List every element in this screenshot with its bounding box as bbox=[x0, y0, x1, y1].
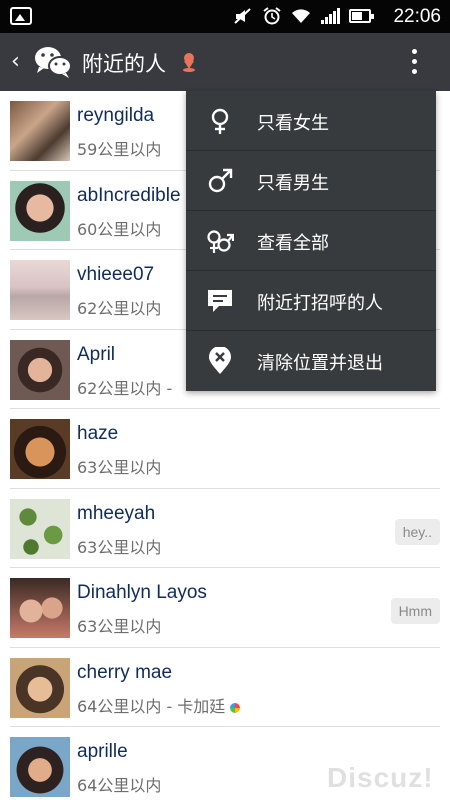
person-name: vhieee07 bbox=[77, 264, 155, 285]
wifi-icon bbox=[291, 7, 311, 25]
clear-location-icon bbox=[209, 347, 231, 374]
avatar bbox=[10, 419, 70, 479]
person-distance: 63公里以内 bbox=[77, 617, 162, 636]
person-name: aprille bbox=[77, 741, 128, 762]
person-name: reyngilda bbox=[77, 105, 155, 126]
overflow-menu: 只看女生 只看男生 查看全部 附近打招呼的人 清除位置并退出 bbox=[186, 91, 436, 391]
battery-icon bbox=[349, 9, 374, 23]
person-distance-text: 64公里以内 - 卡加廷 bbox=[77, 696, 226, 716]
list-item[interactable]: haze 63公里以内 bbox=[0, 409, 450, 489]
greeting-message-icon bbox=[208, 290, 232, 312]
avatar bbox=[10, 260, 70, 320]
menu-item-label: 清除位置并退出 bbox=[257, 353, 383, 374]
menu-item-female-only[interactable]: 只看女生 bbox=[186, 91, 436, 151]
person-name: mheeyah bbox=[77, 502, 156, 524]
signal-icon bbox=[320, 7, 340, 25]
avatar bbox=[10, 737, 70, 797]
list-item[interactable]: mheeyah 63公里以内 hey.. bbox=[0, 489, 450, 568]
person-distance: 62公里以内 - bbox=[77, 378, 173, 398]
menu-item-label: 只看女生 bbox=[257, 113, 329, 134]
image-icon bbox=[10, 7, 32, 25]
menu-item-male-only[interactable]: 只看男生 bbox=[186, 151, 436, 211]
person-distance: 60公里以内 bbox=[77, 219, 162, 239]
status-bar: 22:06 bbox=[0, 0, 450, 33]
person-name: cherry mae bbox=[77, 661, 173, 683]
person-name: April bbox=[77, 343, 116, 365]
avatar bbox=[10, 498, 70, 559]
location-badge-icon bbox=[230, 702, 241, 713]
message-preview: Hmm bbox=[390, 598, 440, 624]
person-distance: 59公里以内 bbox=[77, 140, 162, 159]
wechat-logo-icon bbox=[35, 47, 72, 78]
person-name: Dinahlyn Layos bbox=[77, 582, 207, 603]
person-name: haze bbox=[77, 423, 119, 444]
message-preview: hey.. bbox=[394, 518, 440, 545]
person-distance: 63公里以内 bbox=[77, 458, 162, 477]
list-item[interactable]: Dinahlyn Layos 63公里以内 Hmm bbox=[0, 568, 450, 648]
page-title: 附近的人 bbox=[82, 52, 166, 76]
menu-item-clear-location[interactable]: 清除位置并退出 bbox=[186, 331, 436, 391]
person-distance: 63公里以内 bbox=[77, 537, 162, 557]
location-pin-icon bbox=[183, 53, 195, 72]
menu-item-view-all[interactable]: 查看全部 bbox=[186, 211, 436, 271]
avatar bbox=[10, 657, 70, 718]
person-distance: 64公里以内 - 卡加廷 bbox=[77, 693, 241, 717]
watermark: Discuz! bbox=[327, 762, 434, 793]
alarm-icon bbox=[262, 7, 282, 25]
menu-item-label: 只看男生 bbox=[257, 173, 329, 194]
avatar bbox=[10, 180, 70, 241]
menu-item-label: 附近打招呼的人 bbox=[257, 293, 383, 314]
back-button[interactable]: ‹ bbox=[11, 49, 20, 74]
overflow-menu-icon[interactable] bbox=[406, 47, 422, 77]
menu-item-nearby-greetings[interactable]: 附近打招呼的人 bbox=[186, 271, 436, 331]
status-icons bbox=[233, 6, 340, 26]
menu-item-label: 查看全部 bbox=[257, 233, 329, 254]
person-distance: 64公里以内 bbox=[77, 776, 162, 795]
muted-icon bbox=[233, 7, 253, 25]
avatar bbox=[10, 578, 70, 638]
all-genders-icon bbox=[207, 230, 234, 253]
person-name: abIncredible bbox=[77, 184, 181, 206]
male-icon bbox=[208, 168, 233, 193]
female-icon bbox=[211, 108, 229, 134]
list-item[interactable]: cherry mae 64公里以内 - 卡加廷 bbox=[0, 648, 450, 727]
avatar bbox=[10, 101, 70, 161]
action-bar: ‹ 附近的人 bbox=[0, 33, 450, 91]
clock: 22:06 bbox=[393, 6, 441, 27]
avatar bbox=[10, 339, 70, 400]
person-distance: 62公里以内 bbox=[77, 299, 162, 318]
